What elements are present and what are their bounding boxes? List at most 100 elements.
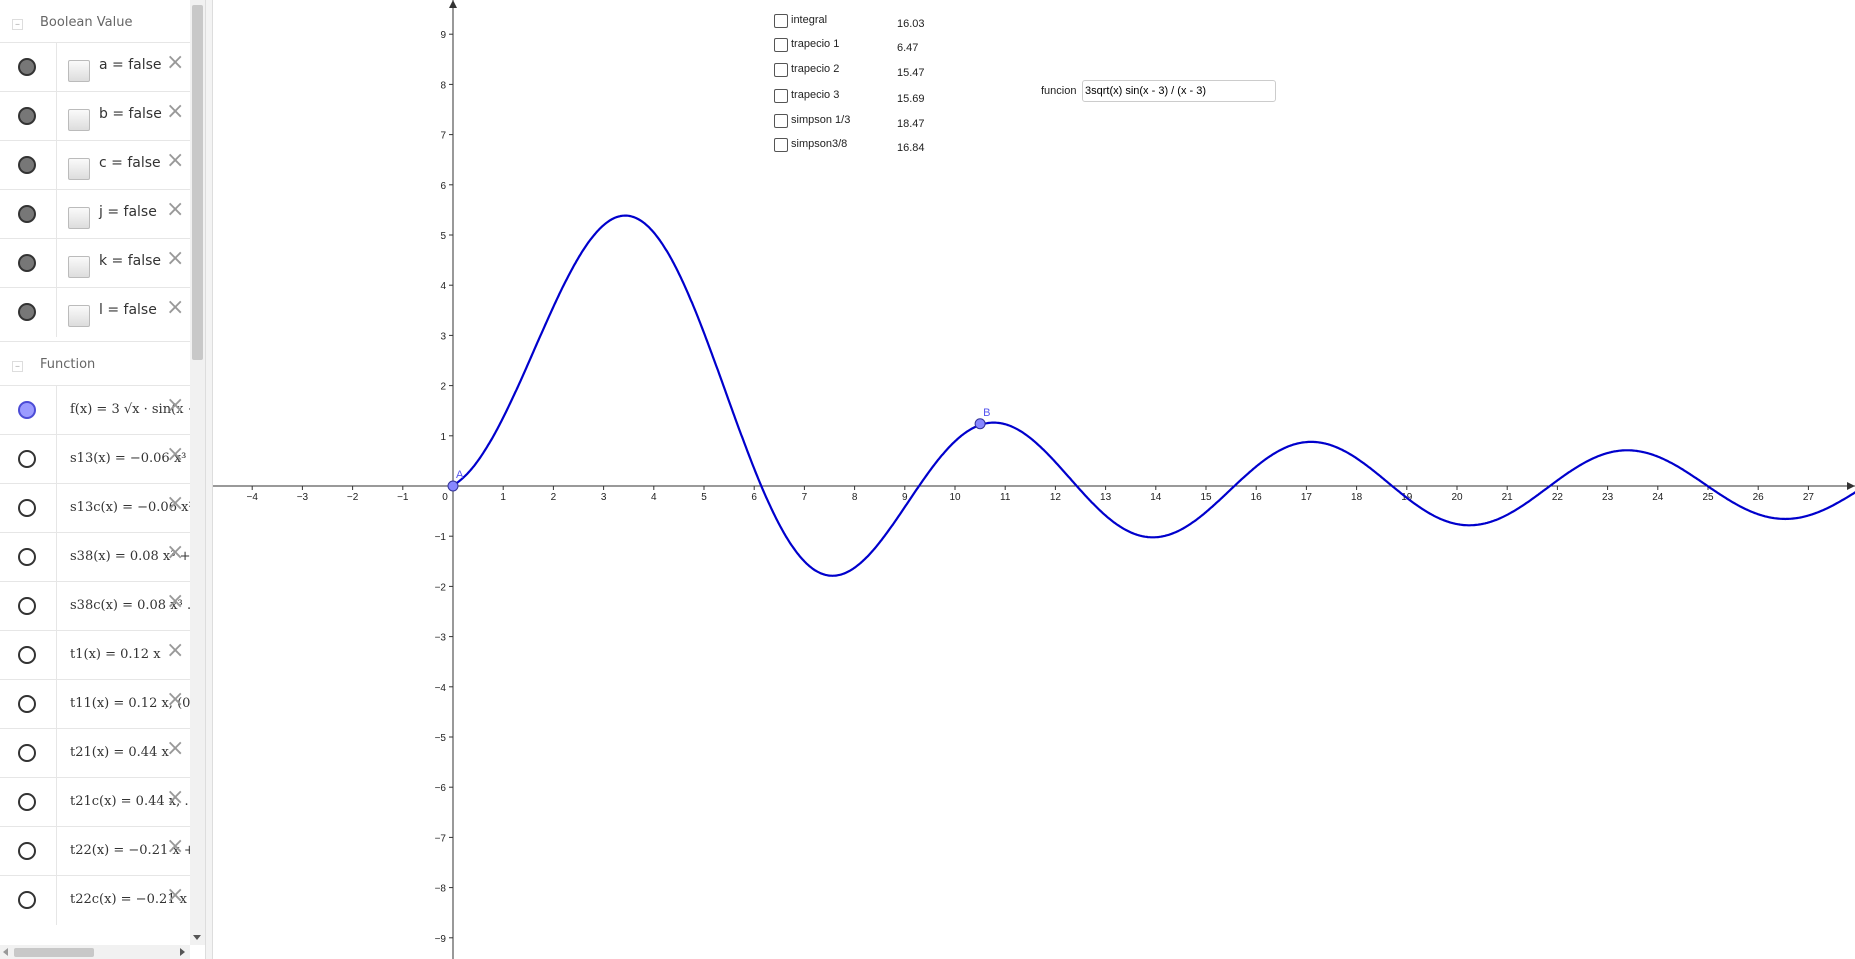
close-icon[interactable]: ×	[166, 248, 184, 270]
close-icon[interactable]: ×	[166, 297, 184, 319]
result-value: 18.47	[897, 118, 925, 130]
result-checkbox[interactable]	[774, 63, 788, 77]
boolean-row[interactable]: a = false ×	[0, 42, 190, 92]
visibility-marble[interactable]	[18, 597, 36, 615]
marble-cell	[0, 435, 57, 484]
function-row[interactable]: t22(x) = −0.21 x + 3…×	[0, 826, 190, 876]
visibility-marble[interactable]	[18, 695, 36, 713]
close-icon[interactable]: ×	[166, 101, 184, 123]
boolean-checkbox[interactable]	[68, 109, 90, 131]
boolean-checkbox[interactable]	[68, 256, 90, 278]
view-divider[interactable]	[205, 0, 213, 959]
function-row[interactable]: t21c(x) = 0.44 x, … ×	[0, 777, 190, 827]
result-checkbox[interactable]	[774, 38, 788, 52]
result-checkbox[interactable]	[774, 114, 788, 128]
close-icon[interactable]: ×	[166, 542, 184, 564]
boolean-label[interactable]: k = false	[99, 253, 161, 269]
triangle-left-icon[interactable]	[3, 948, 8, 956]
visibility-marble[interactable]	[18, 646, 36, 664]
close-icon[interactable]: ×	[166, 689, 184, 711]
visibility-marble[interactable]	[18, 450, 36, 468]
boolean-checkbox[interactable]	[68, 207, 90, 229]
boolean-row[interactable]: l = false ×	[0, 287, 190, 337]
function-row[interactable]: s38(x) = 0.08 x³ + 1…×	[0, 532, 190, 582]
close-icon[interactable]: ×	[166, 150, 184, 172]
result-checkbox[interactable]	[774, 138, 788, 152]
boolean-row[interactable]: b = false ×	[0, 91, 190, 141]
function-row[interactable]: s13(x) = −0.06 x³ + …×	[0, 434, 190, 484]
visibility-marble[interactable]	[18, 58, 36, 76]
close-icon[interactable]: ×	[166, 738, 184, 760]
result-checkbox[interactable]	[774, 89, 788, 103]
boolean-row[interactable]: c = false ×	[0, 140, 190, 190]
visibility-marble[interactable]	[18, 891, 36, 909]
visibility-marble[interactable]	[18, 254, 36, 272]
result-label[interactable]: simpson3/8	[791, 138, 847, 150]
close-icon[interactable]: ×	[166, 787, 184, 809]
visibility-marble[interactable]	[18, 205, 36, 223]
function-row[interactable]: t11(x) = 0.12 x, (0…×	[0, 679, 190, 729]
function-row[interactable]: s13c(x) = −0.06 x³ …×	[0, 483, 190, 533]
boolean-checkbox[interactable]	[68, 158, 90, 180]
boolean-row[interactable]: k = false ×	[0, 238, 190, 288]
visibility-marble[interactable]	[18, 401, 36, 419]
result-label[interactable]: trapecio 3	[791, 89, 839, 101]
function-row[interactable]: t22c(x) = −0.21 x + …×	[0, 875, 190, 925]
minus-icon[interactable]: –	[12, 19, 23, 30]
result-checkbox[interactable]	[774, 14, 788, 28]
close-icon[interactable]: ×	[166, 836, 184, 858]
boolean-label[interactable]: j = false	[99, 204, 157, 220]
algebra-vertical-scrollbar[interactable]	[190, 0, 205, 945]
triangle-right-icon[interactable]	[180, 948, 185, 956]
function-row[interactable]: f(x) = 3 √x · sin(x − 3)/(x − 3)×	[0, 385, 190, 435]
function-row[interactable]: s38c(x) = 0.08 x³ … ×	[0, 581, 190, 631]
visibility-marble[interactable]	[18, 303, 36, 321]
x-tick-label: 23	[1602, 492, 1614, 503]
visibility-marble[interactable]	[18, 156, 36, 174]
boolean-checkbox[interactable]	[68, 60, 90, 82]
function-row[interactable]: t1(x) = 0.12 x ×	[0, 630, 190, 680]
graphics-view[interactable]: −4 −3 −2 −1 0 1 2 3 4 5 6 7 8 9 10 11 12 13 14 15 16 17 18 19 20…	[213, 0, 1855, 959]
function-input[interactable]	[1082, 80, 1276, 102]
boolean-label[interactable]: b = false	[99, 106, 162, 122]
scrollbar-thumb[interactable]	[14, 948, 94, 957]
minus-icon[interactable]: –	[12, 361, 23, 372]
result-label[interactable]: trapecio 2	[791, 63, 839, 75]
x-tick-label: 10	[949, 492, 961, 503]
section-header-function[interactable]: – Function	[0, 341, 190, 388]
function-definition[interactable]: t1(x) = 0.12 x	[70, 647, 161, 662]
boolean-label[interactable]: a = false	[99, 57, 162, 73]
boolean-label[interactable]: l = false	[99, 302, 157, 318]
algebra-horizontal-scrollbar[interactable]	[0, 945, 190, 959]
point-B[interactable]	[974, 418, 986, 430]
x-tick-label: 17	[1301, 492, 1313, 503]
boolean-row[interactable]: j = false ×	[0, 189, 190, 239]
result-label[interactable]: integral	[791, 14, 827, 26]
function-definition[interactable]: t21(x) = 0.44 x	[70, 745, 169, 760]
boolean-label[interactable]: c = false	[99, 155, 161, 171]
close-icon[interactable]: ×	[166, 493, 184, 515]
result-label[interactable]: simpson 1/3	[791, 114, 850, 126]
result-label[interactable]: trapecio 1	[791, 38, 839, 50]
close-icon[interactable]: ×	[166, 395, 184, 417]
scrollbar-thumb[interactable]	[192, 5, 203, 360]
close-icon[interactable]: ×	[166, 640, 184, 662]
boolean-checkbox[interactable]	[68, 305, 90, 327]
close-icon[interactable]: ×	[166, 52, 184, 74]
point-A[interactable]	[447, 480, 459, 492]
close-icon[interactable]: ×	[166, 591, 184, 613]
close-icon[interactable]: ×	[166, 444, 184, 466]
visibility-marble[interactable]	[18, 499, 36, 517]
function-row[interactable]: t21(x) = 0.44 x ×	[0, 728, 190, 778]
visibility-marble[interactable]	[18, 744, 36, 762]
coordinate-plane[interactable]: −4 −3 −2 −1 0 1 2 3 4 5 6 7 8 9 10 11 12 13 14 15 16 17 18 19 20…	[213, 0, 1855, 959]
section-header-boolean[interactable]: – Boolean Value	[0, 0, 190, 46]
close-icon[interactable]: ×	[166, 885, 184, 907]
visibility-marble[interactable]	[18, 548, 36, 566]
triangle-down-icon[interactable]	[193, 935, 201, 940]
y-tick-label: −5	[435, 733, 447, 744]
close-icon[interactable]: ×	[166, 199, 184, 221]
visibility-marble[interactable]	[18, 793, 36, 811]
visibility-marble[interactable]	[18, 107, 36, 125]
visibility-marble[interactable]	[18, 842, 36, 860]
